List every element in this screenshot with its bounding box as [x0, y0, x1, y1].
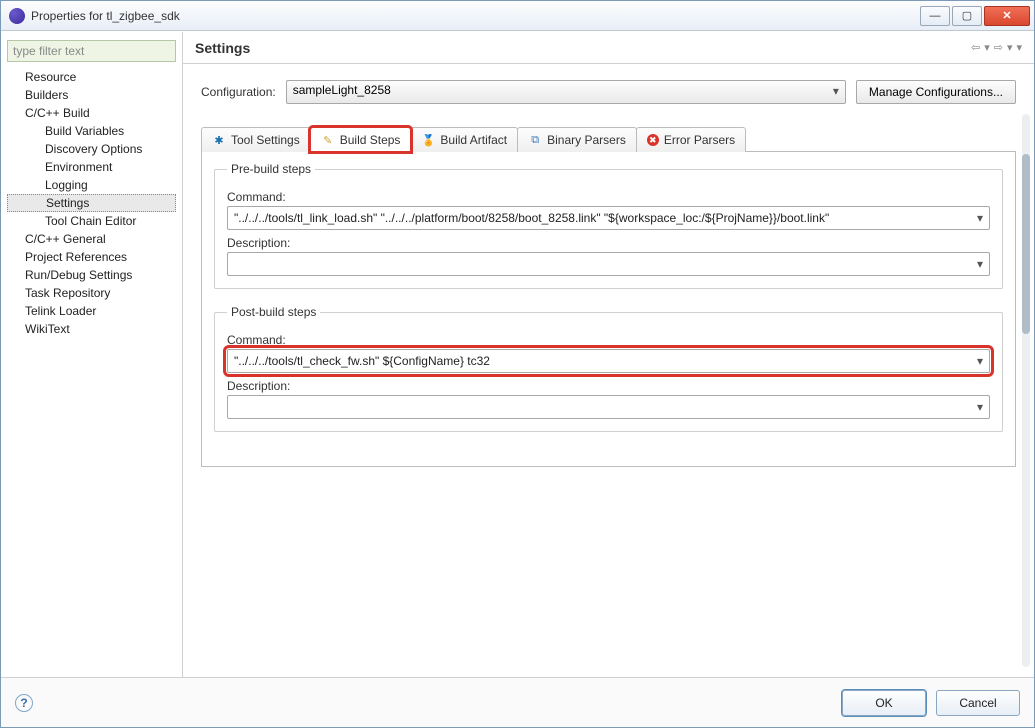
tab-label: Error Parsers	[664, 133, 735, 147]
pre-build-description-input[interactable]: ▾	[227, 252, 990, 276]
post-build-description-input[interactable]: ▾	[227, 395, 990, 419]
tree-item-run-debug-settings[interactable]: Run/Debug Settings	[7, 266, 176, 284]
tab-label: Build Artifact	[440, 133, 507, 147]
properties-dialog: Properties for tl_zigbee_sdk — ▢ ✕ type …	[0, 0, 1035, 728]
configuration-label: Configuration:	[201, 85, 276, 99]
chevron-down-icon[interactable]: ▾	[984, 41, 990, 54]
tree-item-builders[interactable]: Builders	[7, 86, 176, 104]
window-title: Properties for tl_zigbee_sdk	[31, 9, 920, 23]
maximize-button[interactable]: ▢	[952, 6, 982, 26]
tab-build-steps[interactable]: ✎ Build Steps	[310, 127, 412, 152]
page-title: Settings	[195, 40, 971, 56]
main-panel: Settings ⇦ ▾ ⇨ ▾ ▾ Configuration: sample…	[183, 32, 1034, 677]
filter-input[interactable]: type filter text	[7, 40, 176, 62]
tree-item-environment[interactable]: Environment	[7, 158, 176, 176]
pre-build-command-label: Command:	[227, 190, 990, 204]
vertical-scrollbar[interactable]	[1022, 114, 1030, 667]
chevron-down-icon[interactable]: ▾	[977, 400, 983, 414]
window-controls: — ▢ ✕	[920, 6, 1030, 26]
minimize-button[interactable]: —	[920, 6, 950, 26]
scroll-thumb[interactable]	[1022, 154, 1030, 334]
tree-item-build-variables[interactable]: Build Variables	[7, 122, 176, 140]
build-steps-icon: ✎	[321, 133, 335, 147]
tab-binary-parsers[interactable]: ⧉ Binary Parsers	[517, 127, 637, 152]
pre-build-legend: Pre-build steps	[227, 162, 315, 176]
tab-build-artifact[interactable]: 🏅 Build Artifact	[410, 127, 518, 152]
tab-error-parsers[interactable]: ✖ Error Parsers	[636, 127, 746, 152]
titlebar[interactable]: Properties for tl_zigbee_sdk — ▢ ✕	[1, 1, 1034, 31]
nav-back-icon[interactable]: ⇦	[971, 41, 980, 54]
manage-configurations-button[interactable]: Manage Configurations...	[856, 80, 1016, 104]
dialog-body: type filter text ResourceBuildersC/C++ B…	[1, 31, 1034, 677]
post-build-command-input[interactable]: "../../../tools/tl_check_fw.sh" ${Config…	[227, 349, 990, 373]
tab-row: ✱ Tool Settings ✎ Build Steps 🏅 Build Ar…	[201, 126, 1016, 152]
help-button[interactable]: ?	[15, 694, 33, 712]
tree-item-wikitext[interactable]: WikiText	[7, 320, 176, 338]
tree-item-project-references[interactable]: Project References	[7, 248, 176, 266]
build-steps-panel: Pre-build steps Command: "../../../tools…	[201, 152, 1016, 467]
content-area: Configuration: sampleLight_8258 Manage C…	[183, 64, 1034, 677]
menu-caret-icon[interactable]: ▾	[1016, 41, 1022, 54]
post-build-description-label: Description:	[227, 379, 990, 393]
post-build-command-label: Command:	[227, 333, 990, 347]
binary-parsers-icon: ⧉	[528, 133, 542, 147]
close-button[interactable]: ✕	[984, 6, 1030, 26]
eclipse-icon	[9, 8, 25, 24]
cancel-button[interactable]: Cancel	[936, 690, 1020, 716]
post-build-group: Post-build steps Command: "../../../tool…	[214, 305, 1003, 432]
sidebar: type filter text ResourceBuildersC/C++ B…	[1, 32, 183, 677]
tab-label: Binary Parsers	[547, 133, 626, 147]
pre-build-description-label: Description:	[227, 236, 990, 250]
tree-item-c-c-general[interactable]: C/C++ General	[7, 230, 176, 248]
pre-build-group: Pre-build steps Command: "../../../tools…	[214, 162, 1003, 289]
nav-arrows: ⇦ ▾ ⇨ ▾ ▾	[971, 41, 1022, 54]
tree-item-c-c-build[interactable]: C/C++ Build	[7, 104, 176, 122]
tree-item-logging[interactable]: Logging	[7, 176, 176, 194]
tree-item-settings[interactable]: Settings	[7, 194, 176, 212]
tree-item-tool-chain-editor[interactable]: Tool Chain Editor	[7, 212, 176, 230]
tab-tool-settings[interactable]: ✱ Tool Settings	[201, 127, 311, 152]
footer: ? OK Cancel	[1, 677, 1034, 727]
error-parsers-icon: ✖	[647, 134, 659, 146]
ok-button[interactable]: OK	[842, 690, 926, 716]
chevron-down-icon[interactable]: ▾	[977, 257, 983, 271]
tab-label: Build Steps	[340, 133, 401, 147]
tree-item-telink-loader[interactable]: Telink Loader	[7, 302, 176, 320]
settings-tree[interactable]: ResourceBuildersC/C++ BuildBuild Variabl…	[7, 68, 176, 669]
configuration-row: Configuration: sampleLight_8258 Manage C…	[201, 80, 1016, 104]
configuration-select[interactable]: sampleLight_8258	[286, 80, 846, 104]
pre-build-command-input[interactable]: "../../../tools/tl_link_load.sh" "../../…	[227, 206, 990, 230]
post-build-command-value: "../../../tools/tl_check_fw.sh" ${Config…	[234, 354, 490, 368]
tree-item-discovery-options[interactable]: Discovery Options	[7, 140, 176, 158]
tool-settings-icon: ✱	[212, 133, 226, 147]
nav-forward-icon[interactable]: ⇨	[994, 41, 1003, 54]
chevron-down-icon[interactable]: ▾	[977, 354, 983, 368]
chevron-down-icon[interactable]: ▾	[977, 211, 983, 225]
build-artifact-icon: 🏅	[421, 133, 435, 147]
tree-item-resource[interactable]: Resource	[7, 68, 176, 86]
tab-label: Tool Settings	[231, 133, 300, 147]
tree-item-task-repository[interactable]: Task Repository	[7, 284, 176, 302]
configuration-value: sampleLight_8258	[293, 83, 391, 97]
pre-build-command-value: "../../../tools/tl_link_load.sh" "../../…	[234, 211, 829, 225]
chevron-down-icon[interactable]: ▾	[1007, 41, 1013, 54]
main-header: Settings ⇦ ▾ ⇨ ▾ ▾	[183, 32, 1034, 64]
post-build-legend: Post-build steps	[227, 305, 320, 319]
